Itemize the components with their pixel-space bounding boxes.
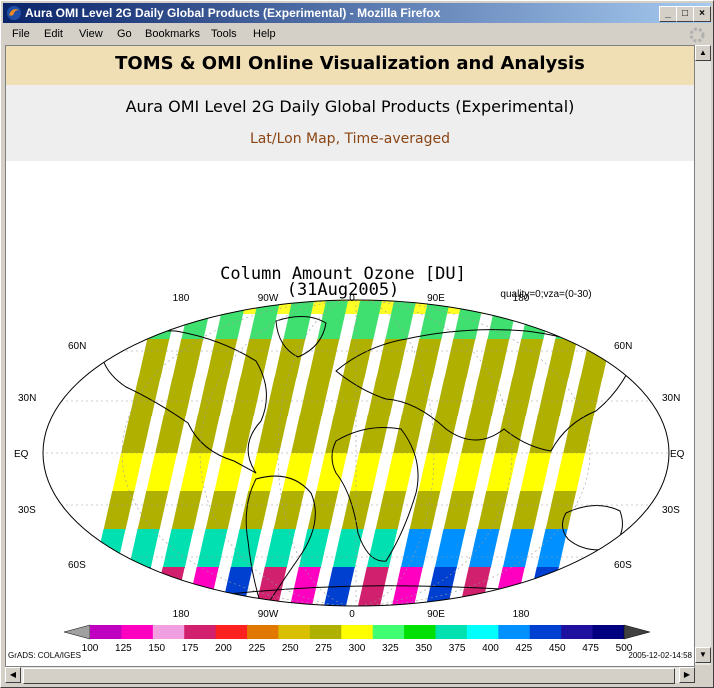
page-content: TOMS & OMI Online Visualization and Anal… <box>5 45 695 667</box>
maximize-button[interactable]: □ <box>676 6 694 22</box>
color-bar-bin <box>435 625 468 639</box>
color-bar-tick-label: 300 <box>349 643 366 654</box>
lat-label-left-30s: 30S <box>18 505 36 516</box>
color-bar-bin <box>278 625 311 639</box>
lat-label-left-60s: 60S <box>68 560 86 571</box>
color-bar-tick-label: 375 <box>449 643 466 654</box>
lon-label-bottom-180e: 180 <box>513 609 530 620</box>
map-type-label: Lat/Lon Map, Time-averaged <box>250 131 450 147</box>
lon-label-top-180w: 180 <box>173 293 190 304</box>
color-bar-bin <box>498 625 531 639</box>
color-bar-high-arrow <box>623 624 651 640</box>
lat-label-left-60n: 60N <box>68 341 86 352</box>
minimize-button[interactable]: _ <box>659 6 677 22</box>
lon-label-bottom-0: 0 <box>349 609 355 620</box>
banner-title: TOMS & OMI Online Visualization and Anal… <box>115 53 585 74</box>
menu-bookmarks[interactable]: Bookmarks <box>145 28 200 40</box>
color-bar-low-arrow <box>63 624 91 640</box>
color-bar <box>63 624 651 640</box>
lat-label-left-eq: EQ <box>14 449 29 460</box>
color-bar-tick-label: 250 <box>282 643 299 654</box>
ozone-swath-segment <box>154 567 185 606</box>
vertical-scrollbar[interactable]: ▲ ▼ <box>695 45 711 665</box>
lon-label-bottom-90w: 90W <box>258 609 279 620</box>
color-bar-tick-label: 325 <box>382 643 399 654</box>
color-bar-tick-label: 125 <box>115 643 132 654</box>
color-bar-tick-label: 275 <box>315 643 332 654</box>
plot-timestamp: 2005-12-02-14:58 <box>628 651 692 660</box>
map-globe <box>43 300 669 606</box>
throbber-icon <box>689 27 705 43</box>
scroll-down-button[interactable]: ▼ <box>695 647 711 663</box>
lon-label-top-90w: 90W <box>258 293 279 304</box>
lat-label-right-60n: 60N <box>614 341 632 352</box>
color-bar-bin <box>404 625 437 639</box>
close-button[interactable]: × <box>693 6 711 22</box>
menu-file[interactable]: File <box>12 28 30 40</box>
grads-credit: GrADS: COLA/IGES <box>8 651 81 660</box>
lon-label-top-90e: 90E <box>427 293 445 304</box>
lon-label-top-0: 0 <box>349 293 355 304</box>
menu-tools[interactable]: Tools <box>211 28 237 40</box>
page-header: Aura OMI Level 2G Daily Global Products … <box>6 85 694 161</box>
menu-help[interactable]: Help <box>253 28 276 40</box>
color-bar-tick-label: 450 <box>549 643 566 654</box>
window-title: Aura OMI Level 2G Daily Global Products … <box>25 6 441 20</box>
lon-label-top-180e: 180 <box>513 293 530 304</box>
lat-label-left-30n: 30N <box>18 393 36 404</box>
firefox-icon <box>7 6 21 20</box>
menu-go[interactable]: Go <box>117 28 132 40</box>
ozone-swath-segment <box>555 301 586 340</box>
menu-view[interactable]: View <box>79 28 103 40</box>
title-bar: Aura OMI Level 2G Daily Global Products … <box>3 3 711 23</box>
ozone-swath-segment <box>589 301 620 340</box>
color-bar-bin <box>90 625 122 639</box>
color-bar-tick-label: 100 <box>82 643 99 654</box>
color-bar-bin <box>247 625 279 639</box>
color-bar-tick-label: 150 <box>148 643 165 654</box>
lat-label-right-eq: EQ <box>670 449 685 460</box>
color-bar-tick-label: 475 <box>582 643 599 654</box>
scroll-up-button[interactable]: ▲ <box>695 45 711 61</box>
scroll-right-button[interactable]: ▶ <box>679 667 695 683</box>
page-subtitle: Aura OMI Level 2G Daily Global Products … <box>125 97 575 116</box>
color-bar-ticks: 100 125 150 175 200 225 250 275 300 325 350 375 400 4… <box>82 643 633 654</box>
color-bar-bin <box>529 625 562 639</box>
color-bar-tick-label: 200 <box>215 643 232 654</box>
lon-label-bottom-90e: 90E <box>427 609 445 620</box>
menu-bar: File Edit View Go Bookmarks Tools Help <box>3 25 711 45</box>
ozone-swath-segment <box>120 567 151 606</box>
ozone-swath-segment <box>86 567 117 606</box>
horizontal-scrollbar[interactable]: ◀ ▶ <box>5 667 695 684</box>
color-bar-bin <box>372 625 405 639</box>
color-bar-bin <box>341 625 374 639</box>
horizontal-scroll-thumb[interactable] <box>23 668 675 684</box>
color-bar-tick-label: 350 <box>415 643 432 654</box>
menu-edit[interactable]: Edit <box>44 28 63 40</box>
browser-window: Aura OMI Level 2G Daily Global Products … <box>0 0 714 688</box>
color-bar-bin <box>466 625 499 639</box>
lon-label-bottom-180w: 180 <box>173 609 190 620</box>
color-bar-bin <box>152 625 185 639</box>
color-bar-bin <box>184 625 217 639</box>
plot-title-line2: (31Aug2005) <box>287 280 400 300</box>
page-banner: TOMS & OMI Online Visualization and Anal… <box>6 46 694 85</box>
color-bar-bin <box>215 625 248 639</box>
lat-label-right-30s: 30S <box>662 505 680 516</box>
color-bar-bin <box>309 625 342 639</box>
color-bar-tick-label: 225 <box>249 643 266 654</box>
color-bar-bin <box>592 625 625 639</box>
lat-label-right-30n: 30N <box>662 393 680 404</box>
ozone-map-plot: Column Amount Ozone [DU] (31Aug2005) qua… <box>8 264 693 660</box>
lat-label-right-60s: 60S <box>614 560 632 571</box>
color-bar-tick-label: 425 <box>516 643 533 654</box>
color-bar-bin <box>121 625 154 639</box>
color-bar-bin <box>561 625 594 639</box>
color-bar-tick-label: 175 <box>182 643 199 654</box>
scroll-left-button[interactable]: ◀ <box>5 667 21 683</box>
color-bar-tick-label: 400 <box>482 643 499 654</box>
